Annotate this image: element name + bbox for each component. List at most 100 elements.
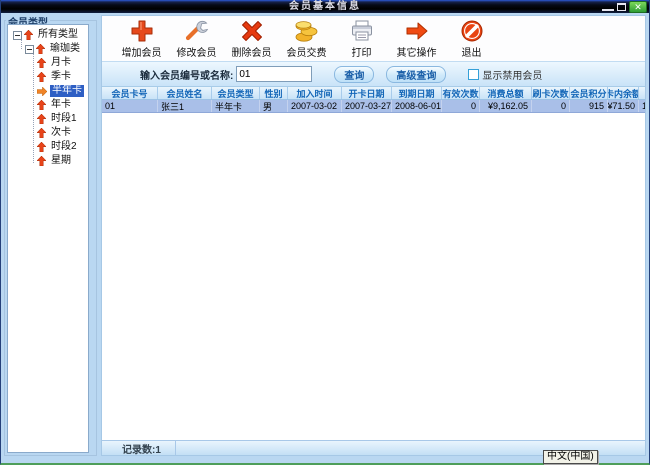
arrow-up-icon — [37, 142, 46, 152]
member-grid: 会员卡号会员姓名会员类型性别加入时间开卡日期到期日期有效次数消费总额刷卡次数会员… — [102, 87, 645, 440]
table-cell: 0 — [442, 100, 480, 112]
toolbar-button-label: 打印 — [352, 44, 372, 59]
grid-column-header[interactable]: 性别 — [260, 87, 288, 99]
tree-item[interactable]: 星期 — [8, 154, 88, 168]
checkbox-icon[interactable] — [468, 69, 479, 80]
edit-member-icon — [184, 18, 210, 44]
search-label: 输入会员编号或名称: — [140, 67, 233, 82]
window-controls: ✕ — [602, 0, 647, 13]
main-panel: 增加会员修改会员删除会员会员交费 打印 其它操作 退出 输入会员编号或名称: 查询 高… — [101, 15, 646, 456]
tree-item[interactable]: 瑜珈类 — [8, 42, 88, 56]
toolbar-button-label: 退出 — [462, 44, 482, 59]
tree-item-label: 时段2 — [49, 141, 79, 153]
grid-column-header[interactable] — [639, 87, 645, 99]
table-cell: 12 — [639, 100, 645, 112]
search-bar: 输入会员编号或名称: 查询 高级查询 显示禁用会员 — [102, 61, 645, 87]
tree-item[interactable]: 月卡 — [8, 56, 88, 70]
exit-icon — [459, 18, 485, 44]
tree-item[interactable]: 次卡 — [8, 126, 88, 140]
table-cell: 2007-03-27 — [342, 100, 392, 112]
grid-column-header[interactable]: 会员姓名 — [158, 87, 212, 99]
toolbar-button[interactable]: 增加会员 — [114, 18, 169, 60]
table-cell: ¥9,162.05 — [480, 100, 532, 112]
toolbar-button[interactable]: 修改会员 — [169, 18, 224, 60]
toolbar-button[interactable]: 打印 — [334, 18, 389, 60]
arrow-up-icon — [36, 44, 45, 54]
member-type-tree: 所有类型瑜珈类月卡季卡半年卡年卡时段1 次卡时段2 星期 — [8, 25, 88, 168]
arrow-up-icon — [24, 30, 33, 40]
tree-item-label: 瑜珈类 — [48, 43, 82, 55]
tree-item[interactable]: 时段1 — [8, 112, 88, 126]
grid-column-header[interactable]: 开卡日期 — [342, 87, 392, 99]
table-cell: 张三1 — [158, 100, 212, 112]
ime-language-indicator[interactable]: 中文(中国) — [543, 450, 598, 464]
table-cell: 0 — [532, 100, 570, 112]
tree-item[interactable]: 时段2 — [8, 140, 88, 154]
table-cell: 男 — [260, 100, 288, 112]
toolbar-button[interactable]: 退出 — [444, 18, 499, 60]
close-button[interactable]: ✕ — [629, 1, 647, 13]
tree-expander-icon[interactable] — [25, 45, 34, 54]
tree-item[interactable]: 所有类型 — [8, 28, 88, 42]
toolbar-button-label: 其它操作 — [397, 44, 437, 59]
tree-item-label: 月卡 — [49, 57, 73, 69]
grid-column-header[interactable]: 有效次数 — [442, 87, 480, 99]
maximize-button[interactable] — [617, 3, 626, 11]
tree-item-label: 所有类型 — [36, 29, 80, 41]
grid-column-header[interactable]: 会员积分 — [570, 87, 608, 99]
grid-column-header[interactable]: 到期日期 — [392, 87, 442, 99]
table-cell: ¥71.50 — [608, 100, 639, 112]
tree-item-label: 季卡 — [49, 71, 73, 83]
grid-header-row: 会员卡号会员姓名会员类型性别加入时间开卡日期到期日期有效次数消费总额刷卡次数会员… — [102, 87, 645, 100]
toolbar-button-label: 会员交费 — [287, 44, 327, 59]
arrow-up-icon — [37, 156, 46, 166]
query-button[interactable]: 查询 — [334, 66, 374, 83]
grid-column-header[interactable]: 刷卡次数 — [532, 87, 570, 99]
tree-item[interactable]: 年卡 — [8, 98, 88, 112]
record-count: 记录数:1 — [102, 441, 176, 455]
table-row[interactable]: 01张三1半年卡男2007-03-022007-03-272008-06-010… — [102, 100, 645, 113]
table-cell: 半年卡 — [212, 100, 260, 112]
member-search-input[interactable] — [236, 66, 312, 82]
member-type-groupbox: 会员类型 所有类型瑜珈类月卡季卡半年卡年卡时段1次卡时段2星期 — [4, 20, 97, 456]
table-cell: 2007-03-02 — [288, 100, 342, 112]
table-cell: 915 — [570, 100, 608, 112]
app-window: 会员基本信息 ✕ 会员类型 所有类型瑜珈类月卡季卡半年卡年卡时段1次卡时段2星期… — [0, 0, 650, 465]
grid-rows: 01张三1半年卡男2007-03-022007-03-272008-06-010… — [102, 100, 645, 113]
tree-item[interactable]: 季卡 — [8, 70, 88, 84]
toolbar-button-label: 增加会员 — [122, 44, 162, 59]
tree-item[interactable]: 半年卡 — [8, 84, 88, 98]
toolbar: 增加会员修改会员删除会员会员交费 打印 其它操作 退出 — [102, 16, 645, 61]
arrow-up-icon — [37, 128, 46, 138]
window-title: 会员基本信息 — [289, 0, 361, 13]
member-payment-icon — [294, 18, 320, 44]
table-cell: 2008-06-01 — [392, 100, 442, 112]
grid-column-header[interactable]: 加入时间 — [288, 87, 342, 99]
delete-member-icon — [239, 18, 265, 44]
toolbar-button[interactable]: 会员交费 — [279, 18, 334, 60]
arrow-up-icon — [37, 72, 46, 82]
advanced-query-button[interactable]: 高级查询 — [386, 66, 446, 83]
tree-item-label: 星期 — [49, 155, 73, 167]
arrow-up-icon — [37, 100, 46, 110]
tree-item-label: 次卡 — [49, 127, 73, 139]
show-disabled-members-checkbox[interactable]: 显示禁用会员 — [468, 67, 542, 82]
title-bar[interactable]: 会员基本信息 ✕ — [1, 0, 649, 13]
tree-expander-icon[interactable] — [13, 31, 22, 40]
toolbar-button-label: 删除会员 — [232, 44, 272, 59]
tree-item-label: 时段1 — [49, 113, 79, 125]
grid-column-header[interactable]: 消费总额 — [480, 87, 532, 99]
arrow-right-icon — [37, 87, 47, 96]
tree-item-label: 年卡 — [49, 99, 73, 111]
toolbar-button[interactable]: 其它操作 — [389, 18, 444, 60]
toolbar-button[interactable]: 删除会员 — [224, 18, 279, 60]
minimize-button[interactable] — [602, 3, 614, 11]
member-type-tree-panel: 所有类型瑜珈类月卡季卡半年卡年卡时段1 次卡时段2 星期 — [7, 24, 89, 453]
arrow-up-icon — [37, 114, 46, 124]
grid-column-header[interactable]: 会员卡号 — [102, 87, 158, 99]
grid-column-header[interactable]: 会员类型 — [212, 87, 260, 99]
toolbar-button-label: 修改会员 — [177, 44, 217, 59]
tree-item-label: 半年卡 — [50, 85, 84, 97]
checkbox-label: 显示禁用会员 — [482, 67, 542, 82]
grid-column-header[interactable]: 卡内余额 — [608, 87, 639, 99]
